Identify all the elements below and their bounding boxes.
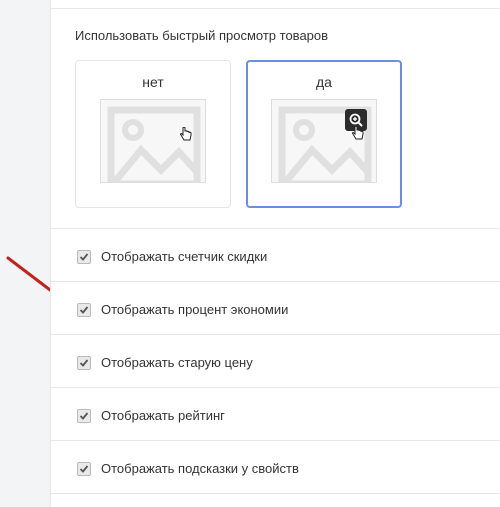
quick-view-option-yes[interactable]: да xyxy=(246,60,402,208)
checkbox-row-discount-counter[interactable]: Отображать счетчик скидки xyxy=(51,229,500,282)
quick-view-option-no[interactable]: нет xyxy=(75,60,231,208)
quick-view-title: Использовать быстрый просмотр товаров xyxy=(75,28,329,43)
checkbox-label: Отображать процент экономии xyxy=(101,302,289,317)
checkbox-row-property-hints[interactable]: Отображать подсказки у свойств xyxy=(51,441,500,494)
option-label: да xyxy=(316,74,332,90)
divider xyxy=(51,8,500,9)
checkbox-row-savings-percent[interactable]: Отображать процент экономии xyxy=(51,282,500,335)
checkbox[interactable] xyxy=(77,462,91,476)
checkbox[interactable] xyxy=(77,250,91,264)
settings-panel: Использовать быстрый просмотр товаров не… xyxy=(50,0,500,507)
checkbox[interactable] xyxy=(77,303,91,317)
checkbox-label: Отображать старую цену xyxy=(101,355,253,370)
checkbox-label: Отображать рейтинг xyxy=(101,408,225,423)
checkbox-row-old-price[interactable]: Отображать старую цену xyxy=(51,335,500,388)
hand-cursor-icon xyxy=(180,127,192,141)
checkbox-row-rating[interactable]: Отображать рейтинг xyxy=(51,388,500,441)
checkbox-label: Отображать счетчик скидки xyxy=(101,249,268,264)
hand-cursor-icon xyxy=(352,126,364,140)
checkbox-label: Отображать подсказки у свойств xyxy=(101,461,299,476)
checkbox[interactable] xyxy=(77,356,91,370)
checkbox[interactable] xyxy=(77,409,91,423)
option-label: нет xyxy=(142,74,164,90)
